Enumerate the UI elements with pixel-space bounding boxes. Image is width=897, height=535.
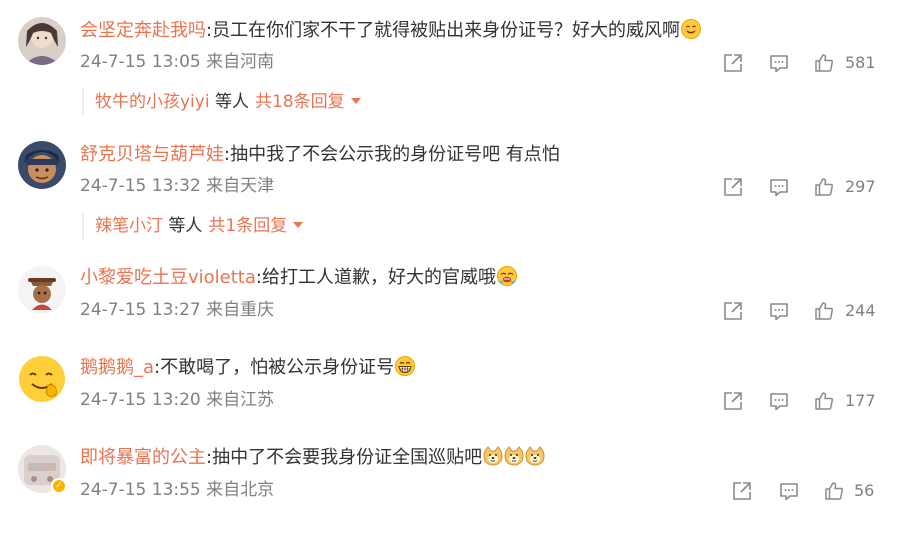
grin-emoji <box>395 356 416 376</box>
reply-user-link[interactable]: 牧牛的小孩yiyi <box>95 92 210 112</box>
caret-down-icon[interactable] <box>350 98 361 104</box>
share-icon[interactable] <box>731 479 753 503</box>
comment-icon[interactable] <box>768 51 790 75</box>
doge-emoji <box>483 446 503 466</box>
reply-summary[interactable]: 辣笔小汀 等人 共1条回复 <box>82 212 304 240</box>
avatar[interactable] <box>18 355 66 403</box>
comment-actions: 581 <box>722 51 897 75</box>
comment-icon[interactable] <box>768 175 790 199</box>
comment-meta: 24-7-15 13:27 来自重庆 <box>80 299 274 321</box>
username-link[interactable]: 鹅鹅鹅_a <box>80 357 154 378</box>
comment-text: :抽中我了不会公示我的身份证号吧 有点怕 <box>224 144 560 165</box>
like-icon[interactable] <box>813 175 835 199</box>
timestamp: 24-7-15 13:20 <box>80 390 201 410</box>
location: 来自重庆 <box>206 300 275 320</box>
reply-user-link[interactable]: 辣笔小汀 <box>95 216 163 236</box>
comment-icon[interactable] <box>768 299 790 323</box>
like-icon[interactable] <box>823 479 845 503</box>
reply-mid-text: 等人 <box>168 216 203 236</box>
smile-emoji <box>681 19 702 39</box>
comment-actions: 56 <box>731 479 897 503</box>
comment-text: :员工在你们家不干了就得被贴出来身份证号？好大的威风啊 <box>206 20 681 41</box>
comment-actions: 297 <box>722 175 897 199</box>
comment-meta: 24-7-15 13:55 来自北京 <box>80 479 274 501</box>
like-count: 56 <box>854 481 875 500</box>
share-icon[interactable] <box>722 299 744 323</box>
share-icon[interactable] <box>722 389 744 413</box>
username-link[interactable]: 小黎爱吃土豆violetta <box>80 267 256 288</box>
comment-meta: 24-7-15 13:20 来自江苏 <box>80 389 274 411</box>
location: 来自北京 <box>206 480 275 500</box>
comment-text-line: 会坚定奔赴我吗:员工在你们家不干了就得被贴出来身份证号？好大的威风啊 <box>80 19 702 43</box>
doge-emoji <box>525 446 545 466</box>
timestamp: 24-7-15 13:55 <box>80 480 201 500</box>
comment-text-line: 小黎爱吃土豆violetta:给打工人道歉，好大的官威哦 <box>80 266 517 290</box>
timestamp: 24-7-15 13:27 <box>80 300 201 320</box>
share-icon[interactable] <box>722 175 744 199</box>
like-count: 581 <box>845 53 876 72</box>
like-icon[interactable] <box>813 299 835 323</box>
username-link[interactable]: 会坚定奔赴我吗 <box>80 20 206 41</box>
reply-summary[interactable]: 牧牛的小孩yiyi 等人 共18条回复 <box>82 88 361 116</box>
reply-count-link[interactable]: 共18条回复 <box>255 92 345 112</box>
comment-actions: 177 <box>722 389 897 413</box>
like-count: 244 <box>845 301 876 320</box>
like-icon[interactable] <box>813 51 835 75</box>
location: 来自江苏 <box>206 390 275 410</box>
comment-icon[interactable] <box>768 389 790 413</box>
comment-actions: 244 <box>722 299 897 323</box>
comment-text: :抽中了不会要我身份证全国巡贴吧 <box>206 447 483 468</box>
comment-meta: 24-7-15 13:05 来自河南 <box>80 51 274 73</box>
comment-icon[interactable] <box>778 479 800 503</box>
like-count: 297 <box>845 177 876 196</box>
doge-emoji <box>504 446 524 466</box>
location: 来自河南 <box>206 52 275 72</box>
username-link[interactable]: 舒克贝塔与葫芦娃 <box>80 144 224 165</box>
comment-text: :给打工人道歉，好大的官威哦 <box>255 267 496 288</box>
comment-text-line: 即将暴富的公主:抽中了不会要我身份证全国巡贴吧 <box>80 446 545 470</box>
verified-badge-icon: ✓ <box>51 478 67 494</box>
caret-down-icon[interactable] <box>293 222 304 228</box>
like-icon[interactable] <box>813 389 835 413</box>
reply-mid-text: 等人 <box>214 92 249 112</box>
comment-meta: 24-7-15 13:32 来自天津 <box>80 175 274 197</box>
comment-text-line: 鹅鹅鹅_a:不敢喝了，怕被公示身份证号 <box>80 356 416 380</box>
username-link[interactable]: 即将暴富的公主 <box>80 447 206 468</box>
comment-text-line: 舒克贝塔与葫芦娃:抽中我了不会公示我的身份证号吧 有点怕 <box>80 143 560 167</box>
location: 来自天津 <box>206 176 275 196</box>
timestamp: 24-7-15 13:05 <box>80 52 201 72</box>
hot-face-emoji <box>496 266 517 286</box>
comment-text: :不敢喝了，怕被公示身份证号 <box>154 357 395 378</box>
avatar[interactable] <box>18 266 66 314</box>
share-icon[interactable] <box>722 51 744 75</box>
reply-count-link[interactable]: 共1条回复 <box>208 216 287 236</box>
avatar[interactable] <box>18 17 66 65</box>
timestamp: 24-7-15 13:32 <box>80 176 201 196</box>
avatar[interactable] <box>18 141 66 189</box>
like-count: 177 <box>845 391 876 410</box>
